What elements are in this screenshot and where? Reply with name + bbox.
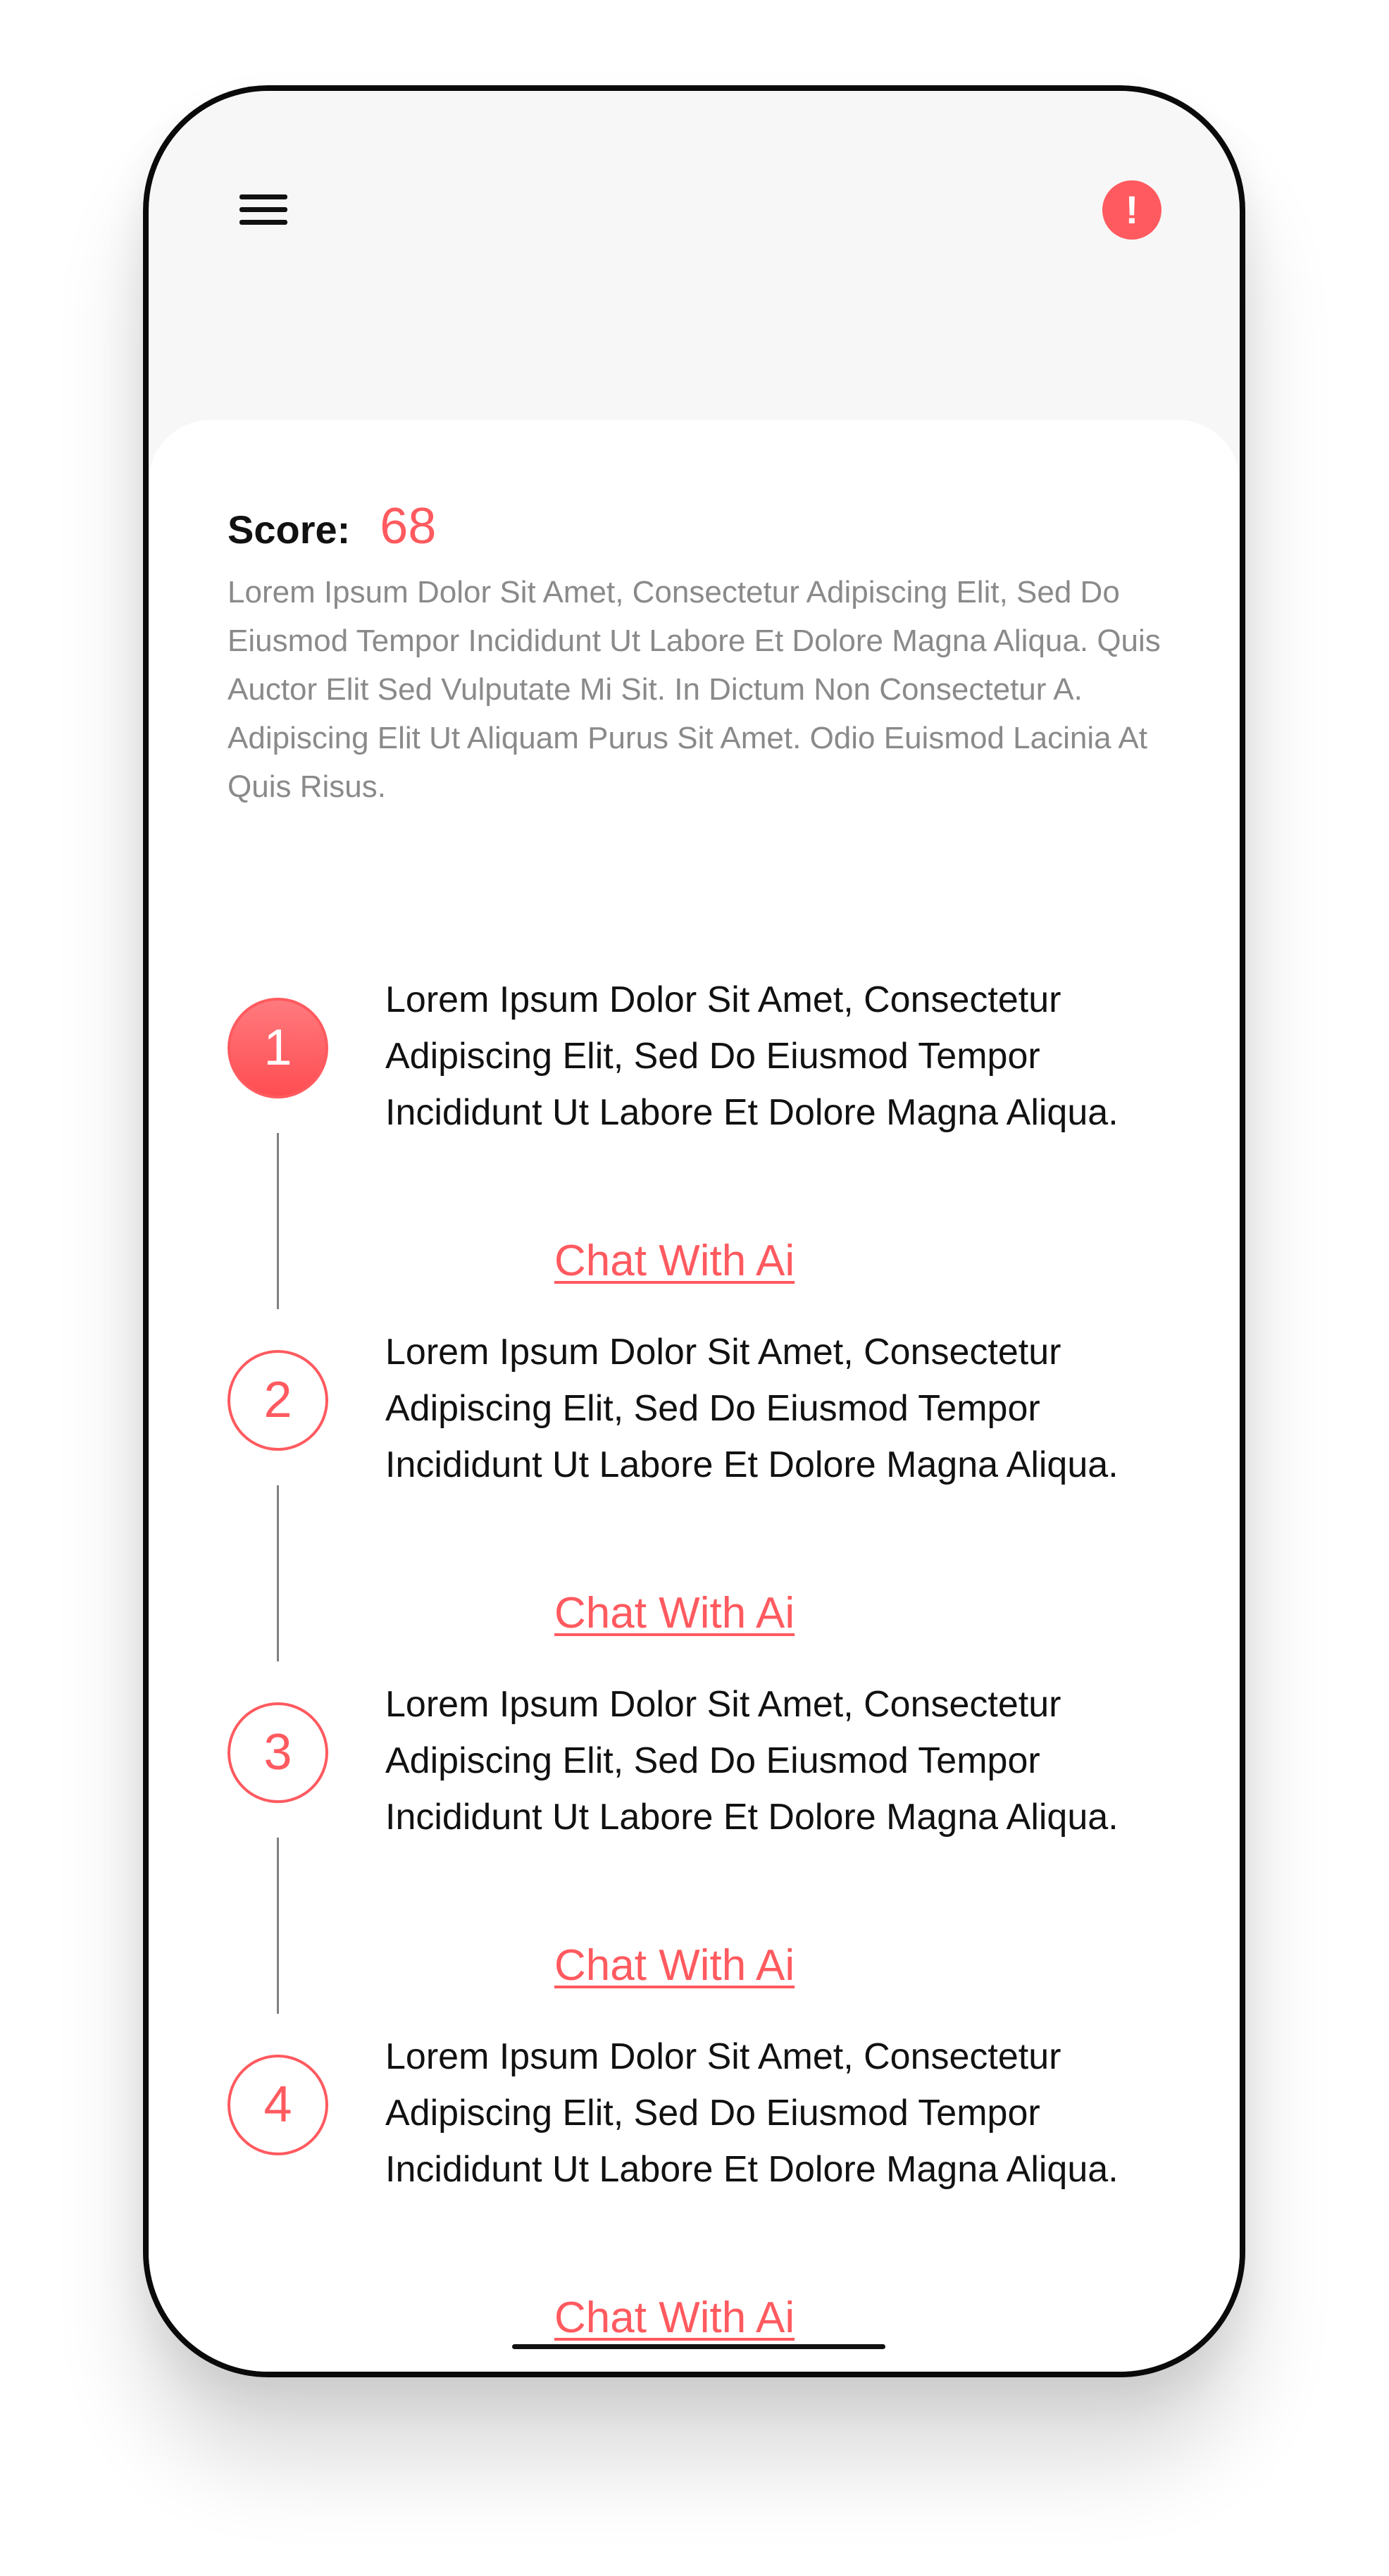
step-item: 1 Lorem Ipsum Dolor Sit Amet, Consectetu… <box>149 979 1240 1350</box>
step-text: Lorem Ipsum Dolor Sit Amet, Consectetur … <box>385 979 1119 1133</box>
chat-with-ai-link[interactable]: Chat With Ai <box>554 1588 795 1638</box>
step-item: 3 Lorem Ipsum Dolor Sit Amet, Consectetu… <box>149 1684 1240 2055</box>
alert-icon[interactable]: ! <box>1102 180 1161 240</box>
step-number-badge: 3 <box>228 1702 328 1803</box>
step-connector-line <box>277 1838 279 2014</box>
step-text: Lorem Ipsum Dolor Sit Amet, Consectetur … <box>385 1684 1119 1838</box>
score-label: Score: <box>228 507 351 552</box>
step-item: 2 Lorem Ipsum Dolor Sit Amet, Consectetu… <box>149 1332 1240 1702</box>
phone-frame: ! Score: 68 Lorem Ipsum Dolor Sit Amet, … <box>143 85 1245 2377</box>
step-text: Lorem Ipsum Dolor Sit Amet, Consectetur … <box>385 2036 1119 2190</box>
step-text: Lorem Ipsum Dolor Sit Amet, Consectetur … <box>385 1332 1119 1485</box>
step-connector-line <box>277 1485 279 1661</box>
score-row: Score: 68 <box>228 497 437 555</box>
home-indicator <box>512 2344 885 2349</box>
hamburger-menu-icon[interactable] <box>235 189 292 231</box>
step-number-badge: 4 <box>228 2055 328 2155</box>
step-number-badge: 1 <box>228 998 328 1098</box>
score-card: Score: 68 Lorem Ipsum Dolor Sit Amet, Co… <box>149 420 1240 2372</box>
step-item: 4 Lorem Ipsum Dolor Sit Amet, Consectetu… <box>149 2036 1240 2372</box>
chat-with-ai-link[interactable]: Chat With Ai <box>554 2293 795 2343</box>
score-description: Lorem Ipsum Dolor Sit Amet, Consectetur … <box>228 575 1161 804</box>
chat-with-ai-link[interactable]: Chat With Ai <box>554 1236 795 1286</box>
step-number-badge: 2 <box>228 1350 328 1451</box>
score-value: 68 <box>380 498 437 555</box>
chat-with-ai-link[interactable]: Chat With Ai <box>554 1940 795 1990</box>
step-connector-line <box>277 1133 279 1309</box>
